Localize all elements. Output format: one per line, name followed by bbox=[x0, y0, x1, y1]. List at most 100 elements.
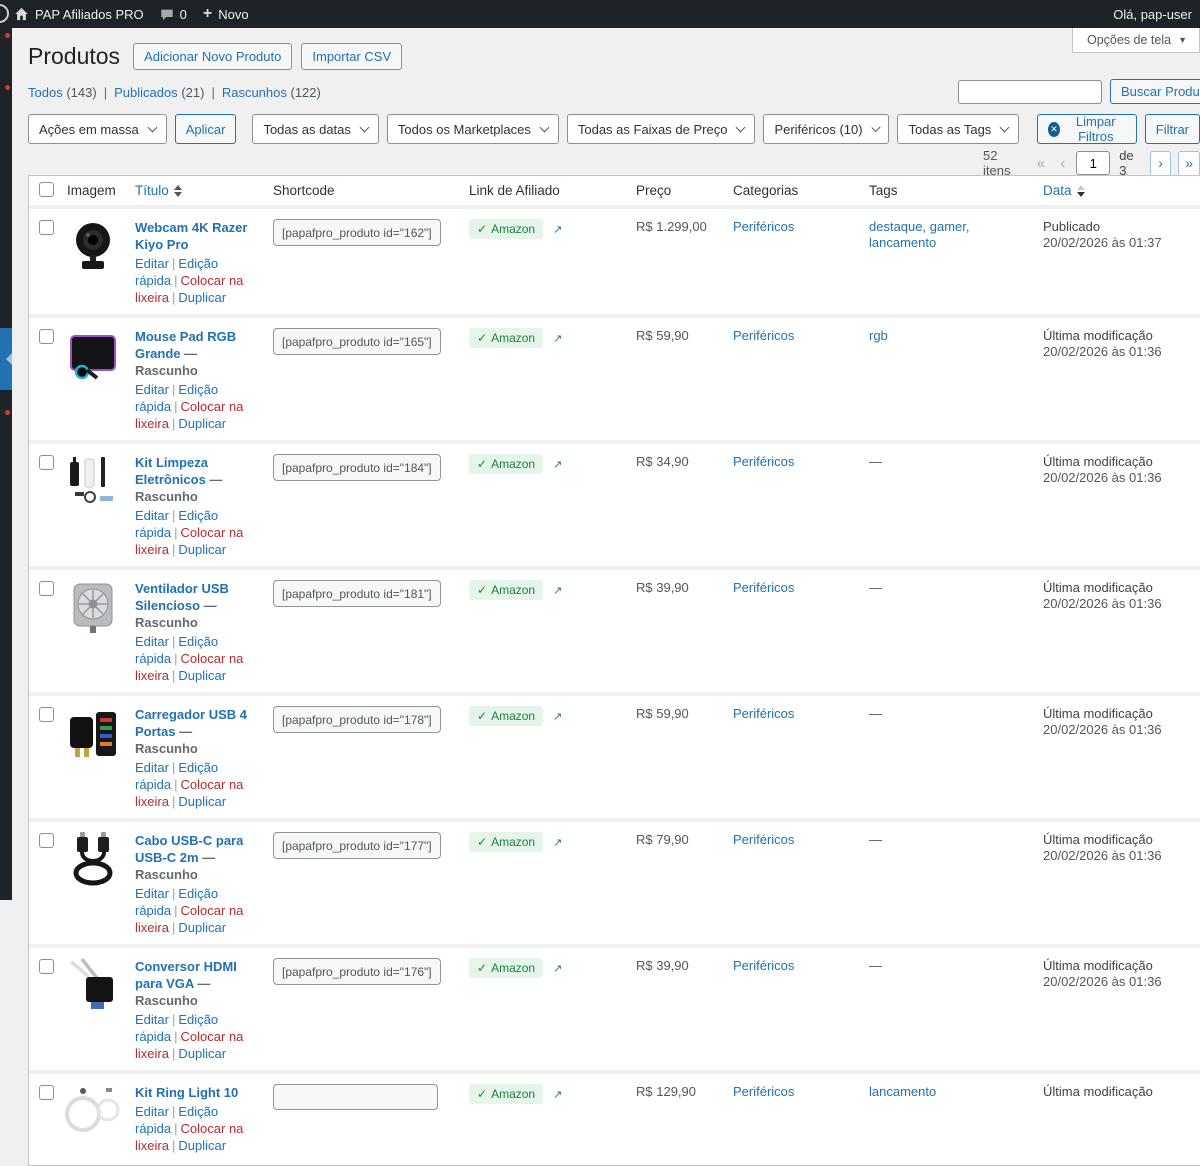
category-link[interactable]: Periféricos bbox=[733, 328, 794, 343]
x-circle-icon: ✕ bbox=[1048, 122, 1059, 137]
product-title-link[interactable]: Kit Limpeza Eletrônicos — Rascunho bbox=[135, 455, 222, 504]
add-new-product-button[interactable]: Adicionar Novo Produto bbox=[133, 43, 292, 70]
external-link-icon[interactable]: ↗ bbox=[553, 837, 562, 849]
row-checkbox[interactable] bbox=[39, 329, 54, 344]
product-title-link[interactable]: Cabo USB-C para USB-C 2m — Rascunho bbox=[135, 833, 243, 882]
external-link-icon[interactable]: ↗ bbox=[553, 1089, 562, 1101]
marketplaces-filter-select[interactable]: Todos os Marketplaces bbox=[387, 114, 559, 144]
apply-button[interactable]: Aplicar bbox=[175, 114, 237, 144]
external-link-icon[interactable]: ↗ bbox=[553, 333, 562, 345]
edit-link[interactable]: Editar bbox=[135, 886, 169, 901]
duplicate-link[interactable]: Duplicar bbox=[178, 794, 226, 809]
category-filter-select[interactable]: Periféricos (10) bbox=[763, 114, 889, 144]
price-range-filter-select[interactable]: Todas as Faixas de Preço bbox=[567, 114, 756, 144]
category-link[interactable]: Periféricos bbox=[733, 1084, 794, 1099]
product-title-link[interactable]: Kit Ring Light 10 bbox=[135, 1085, 238, 1100]
import-csv-button[interactable]: Importar CSV bbox=[301, 43, 402, 70]
shortcode-value[interactable] bbox=[273, 1084, 438, 1110]
category-link[interactable]: Periféricos bbox=[733, 580, 794, 595]
edit-link[interactable]: Editar bbox=[135, 256, 169, 271]
marketplace-badge: ✓Amazon bbox=[469, 454, 543, 474]
shortcode-value[interactable]: [papafpro_produto id="165"] bbox=[273, 328, 441, 355]
tag-link[interactable]: lancamento bbox=[869, 1084, 936, 1099]
new-content-link[interactable]: + Novo bbox=[203, 6, 249, 22]
external-link-icon[interactable]: ↗ bbox=[553, 459, 562, 471]
duplicate-link[interactable]: Duplicar bbox=[178, 290, 226, 305]
category-link[interactable]: Periféricos bbox=[733, 706, 794, 721]
tag-link[interactable]: lancamento bbox=[869, 235, 936, 250]
external-link-icon[interactable]: ↗ bbox=[553, 711, 562, 723]
filter-button[interactable]: Filtrar bbox=[1145, 114, 1200, 144]
tag-link[interactable]: rgb bbox=[869, 328, 888, 343]
row-checkbox[interactable] bbox=[39, 707, 54, 722]
edit-link[interactable]: Editar bbox=[135, 634, 169, 649]
duplicate-link[interactable]: Duplicar bbox=[178, 668, 226, 683]
tag-link[interactable]: destaque bbox=[869, 219, 923, 234]
active-menu-item[interactable] bbox=[0, 328, 12, 390]
comments-link[interactable]: 0 bbox=[160, 7, 187, 22]
column-header-date[interactable]: Data bbox=[1035, 176, 1200, 207]
view-separator: | bbox=[104, 85, 107, 100]
product-price: R$ 1.299,00 bbox=[628, 207, 725, 316]
view-rascunhos-link[interactable]: Rascunhos (122) bbox=[222, 85, 321, 100]
view-todos-link[interactable]: Todos (143) bbox=[28, 85, 97, 100]
tag-link[interactable]: gamer bbox=[930, 219, 966, 234]
product-title-link[interactable]: Ventilador USB Silencioso — Rascunho bbox=[135, 581, 229, 630]
shortcode-value[interactable]: [papafpro_produto id="162"] bbox=[273, 219, 441, 246]
duplicate-link[interactable]: Duplicar bbox=[178, 416, 226, 431]
external-link-icon[interactable]: ↗ bbox=[553, 963, 562, 975]
shortcode-value[interactable]: [papafpro_produto id="184"] bbox=[273, 454, 441, 481]
edit-link[interactable]: Editar bbox=[135, 1104, 169, 1119]
view-publicados-link[interactable]: Publicados (21) bbox=[114, 85, 204, 100]
edit-link[interactable]: Editar bbox=[135, 760, 169, 775]
table-row: Conversor HDMI para VGA — Rascunho Edita… bbox=[29, 946, 1200, 1072]
shortcode-value[interactable]: [papafpro_produto id="177"] bbox=[273, 832, 441, 859]
product-title-link[interactable]: Carregador USB 4 Portas — Rascunho bbox=[135, 707, 247, 756]
external-link-icon[interactable]: ↗ bbox=[553, 585, 562, 597]
next-page-button[interactable]: › bbox=[1150, 151, 1172, 176]
product-title-link[interactable]: Mouse Pad RGB Grande — Rascunho bbox=[135, 329, 236, 378]
product-title-link[interactable]: Conversor HDMI para VGA — Rascunho bbox=[135, 959, 237, 1008]
search-input[interactable] bbox=[958, 80, 1102, 104]
edit-link[interactable]: Editar bbox=[135, 508, 169, 523]
date-value: 20/02/2026 às 01:36 bbox=[1043, 344, 1162, 359]
row-checkbox[interactable] bbox=[39, 220, 54, 235]
duplicate-link[interactable]: Duplicar bbox=[178, 1138, 226, 1153]
row-checkbox[interactable] bbox=[39, 959, 54, 974]
row-checkbox[interactable] bbox=[39, 455, 54, 470]
edit-link[interactable]: Editar bbox=[135, 1012, 169, 1027]
screen-options-button[interactable]: Opções de tela ▼ bbox=[1072, 28, 1200, 53]
admin-menu-strip[interactable] bbox=[0, 28, 12, 900]
current-page-input[interactable] bbox=[1076, 151, 1110, 175]
category-link[interactable]: Periféricos bbox=[733, 219, 794, 234]
wordpress-logo-icon[interactable] bbox=[0, 4, 9, 23]
external-link-icon[interactable]: ↗ bbox=[553, 224, 562, 236]
product-tags: — bbox=[861, 442, 1035, 568]
duplicate-link[interactable]: Duplicar bbox=[178, 542, 226, 557]
row-checkbox[interactable] bbox=[39, 833, 54, 848]
tags-filter-select[interactable]: Todas as Tags bbox=[897, 114, 1019, 144]
account-greeting-link[interactable]: Olá, pap-user bbox=[1113, 0, 1192, 28]
shortcode-value[interactable]: [papafpro_produto id="176"] bbox=[273, 958, 441, 985]
last-page-button[interactable]: » bbox=[1178, 151, 1200, 176]
category-link[interactable]: Periféricos bbox=[733, 958, 794, 973]
bulk-actions-select[interactable]: Ações em massa bbox=[28, 114, 167, 144]
product-tags: — bbox=[861, 820, 1035, 946]
row-actions: Editar|Edição rápida|Colocar na lixeira|… bbox=[135, 1103, 257, 1154]
column-header-title[interactable]: Título bbox=[127, 176, 265, 207]
dates-filter-select[interactable]: Todas as datas bbox=[252, 114, 378, 144]
clear-filters-button[interactable]: ✕ Limpar Filtros bbox=[1037, 114, 1136, 144]
search-products-button[interactable]: Buscar Produtos bbox=[1110, 79, 1200, 104]
duplicate-link[interactable]: Duplicar bbox=[178, 1046, 226, 1061]
duplicate-link[interactable]: Duplicar bbox=[178, 920, 226, 935]
shortcode-value[interactable]: [papafpro_produto id="178"] bbox=[273, 706, 441, 733]
edit-link[interactable]: Editar bbox=[135, 382, 169, 397]
site-home-link[interactable]: PAP Afiliados PRO bbox=[14, 7, 144, 22]
row-checkbox[interactable] bbox=[39, 1085, 54, 1100]
select-all-checkbox[interactable] bbox=[39, 182, 54, 197]
product-title-link[interactable]: Webcam 4K Razer Kiyo Pro bbox=[135, 220, 247, 252]
category-link[interactable]: Periféricos bbox=[733, 454, 794, 469]
shortcode-value[interactable]: [papafpro_produto id="181"] bbox=[273, 580, 441, 607]
category-link[interactable]: Periféricos bbox=[733, 832, 794, 847]
row-checkbox[interactable] bbox=[39, 581, 54, 596]
